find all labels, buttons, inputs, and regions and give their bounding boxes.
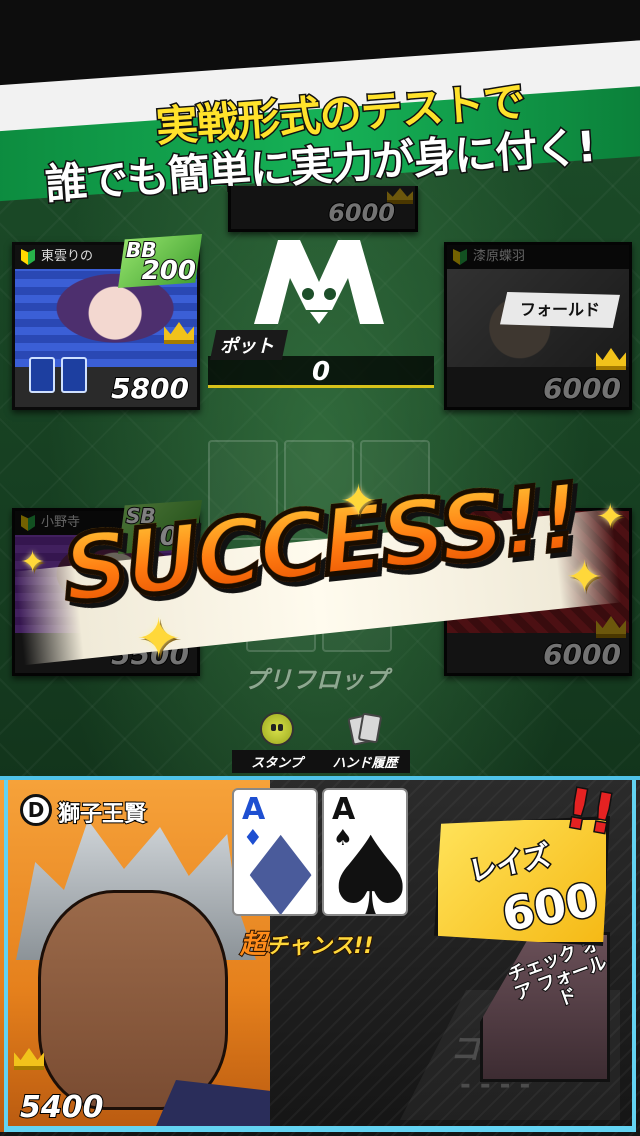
opponent-name: 東雲りの	[41, 249, 94, 264]
stamp-label: スタンプ	[232, 750, 322, 773]
sparkle-icon: ✦	[340, 476, 377, 527]
opponent-name: 漆原蝶羽	[473, 249, 526, 264]
pot-area: 0 ポット	[200, 322, 440, 394]
opponent-top-chips: 6000	[327, 198, 396, 228]
stage-label: プリフロップ	[244, 666, 389, 695]
sparkle-icon: ✦	[20, 545, 46, 580]
hud-frame	[4, 780, 636, 1132]
opponent-chips: 6000	[542, 637, 622, 672]
face-down-card	[29, 357, 55, 393]
cards-icon	[347, 712, 383, 746]
beginner-mark-icon	[453, 249, 467, 265]
hand-history-button[interactable]: ハンド履歴	[320, 712, 410, 773]
pot-value: 0	[311, 357, 331, 387]
face-down-card	[61, 357, 87, 393]
opponent-chips: 5800	[110, 371, 190, 406]
player-hud: D 獅子王賢 5400 A ♦ ♦ A ♠ ♠ 超チャンス!! コール - - …	[0, 775, 640, 1136]
sparkle-icon: ✦	[566, 552, 603, 603]
smile-icon	[260, 712, 294, 746]
hand-history-label: ハンド履歴	[320, 750, 410, 773]
opponent-name-tag: 漆原蝶羽	[447, 245, 629, 269]
stamp-button[interactable]: スタンプ	[232, 712, 322, 773]
game-logo-icon	[254, 240, 384, 324]
big-blind-badge: BB 200	[118, 234, 202, 288]
pot-label: ポット	[210, 330, 288, 360]
sparkle-icon: ✦	[596, 497, 625, 537]
promo-banner: 実戦形式のテストで 誰でも簡単に実力が身に付く!	[0, 0, 640, 205]
beginner-mark-icon	[21, 249, 35, 265]
fold-status-tag: フォールド	[500, 292, 620, 328]
opponent-chips: 6000	[542, 371, 622, 406]
pot-value-box: 0	[208, 356, 434, 388]
opponent-top-panel[interactable]: 6000	[228, 186, 418, 232]
sparkle-icon: ✦	[136, 607, 182, 670]
blind-value: 200	[141, 255, 197, 287]
